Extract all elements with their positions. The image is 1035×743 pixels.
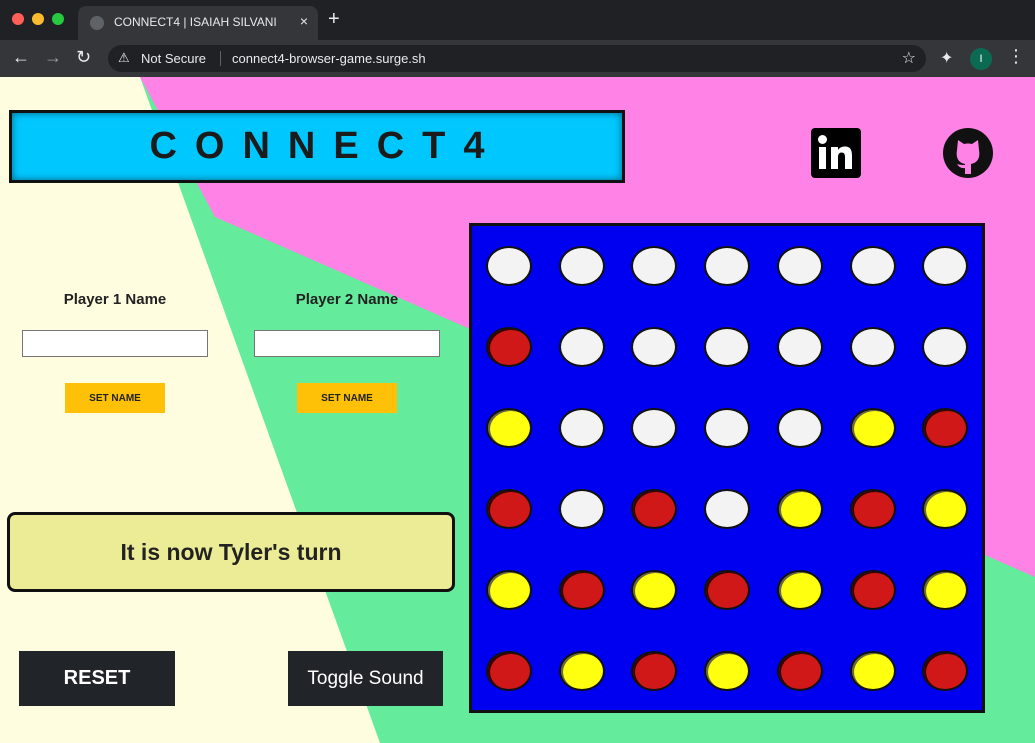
- board-cell-r5-c1[interactable]: [486, 570, 532, 610]
- linkedin-icon[interactable]: [811, 128, 861, 178]
- game-title-banner: CONNECT4: [9, 110, 625, 183]
- game-title: CONNECT4: [149, 125, 503, 167]
- board-cell-r1-c2[interactable]: [558, 246, 605, 286]
- board-cell-r2-c5[interactable]: [776, 327, 823, 367]
- reload-icon[interactable]: ↻: [76, 47, 91, 68]
- board-cell-r5-c4[interactable]: [704, 570, 751, 610]
- back-arrow-icon[interactable]: ←: [12, 47, 30, 68]
- player2-name-input[interactable]: [254, 330, 440, 357]
- security-label[interactable]: Not Secure: [141, 51, 206, 66]
- board-cell-r3-c7[interactable]: [922, 408, 969, 448]
- board-cell-r3-c1[interactable]: [486, 408, 532, 448]
- board-cell-r6-c1[interactable]: [486, 651, 532, 691]
- player2-name-label: Player 2 Name: [295, 291, 399, 308]
- board-cell-r3-c2[interactable]: [558, 408, 605, 448]
- profile-avatar[interactable]: I: [970, 48, 992, 70]
- board-cell-r3-c6[interactable]: [849, 408, 896, 448]
- tab-title: CONNECT4 | ISAIAH SILVANI: [114, 15, 277, 29]
- board-cell-r1-c6[interactable]: [849, 246, 896, 286]
- extensions-puzzle-icon[interactable]: ✦: [940, 48, 953, 68]
- board-cell-r5-c7[interactable]: [922, 570, 969, 610]
- board-cell-r2-c4[interactable]: [704, 327, 751, 367]
- board-cell-r2-c2[interactable]: [558, 327, 605, 367]
- board-cell-r1-c7[interactable]: [922, 246, 969, 286]
- board-cell-r4-c1[interactable]: [486, 489, 532, 529]
- board-cell-r4-c4[interactable]: [704, 489, 751, 529]
- player1-set-name-button[interactable]: SET NAME: [65, 383, 165, 413]
- bookmark-star-icon[interactable]: ☆: [902, 48, 916, 68]
- reset-button[interactable]: RESET: [19, 651, 175, 706]
- player2-set-name-button[interactable]: SET NAME: [297, 383, 397, 413]
- close-window-icon[interactable]: [12, 13, 24, 25]
- globe-icon: [90, 16, 104, 30]
- board-cell-r2-c6[interactable]: [849, 327, 896, 367]
- board-cell-r6-c6[interactable]: [849, 651, 896, 691]
- url-text[interactable]: connect4-browser-game.surge.sh: [232, 51, 426, 66]
- player1-name-input[interactable]: [22, 330, 208, 357]
- board-cell-r6-c5[interactable]: [776, 651, 823, 691]
- board-cell-r3-c3[interactable]: [631, 408, 678, 448]
- more-menu-icon[interactable]: ⋮: [1007, 46, 1025, 67]
- board-cell-r5-c6[interactable]: [849, 570, 896, 610]
- address-separator: [220, 51, 221, 66]
- board-cell-r5-c2[interactable]: [558, 570, 605, 610]
- forward-arrow-icon[interactable]: →: [44, 47, 62, 68]
- game-board: [469, 223, 985, 713]
- address-bar[interactable]: ⚠ Not Secure connect4-browser-game.surge…: [108, 45, 926, 72]
- board-cell-r6-c3[interactable]: [631, 651, 678, 691]
- board-cell-r4-c7[interactable]: [922, 489, 969, 529]
- board-cell-r3-c4[interactable]: [704, 408, 751, 448]
- board-cell-r1-c5[interactable]: [776, 246, 823, 286]
- turn-status: It is now Tyler's turn: [7, 512, 455, 592]
- board-cell-r2-c1[interactable]: [486, 327, 532, 367]
- tab-close-icon[interactable]: ×: [300, 13, 308, 29]
- maximize-window-icon[interactable]: [52, 13, 64, 25]
- browser-toolbar: ← → ↻ ⚠ Not Secure connect4-browser-game…: [0, 40, 1035, 77]
- board-cell-r1-c4[interactable]: [704, 246, 751, 286]
- new-tab-icon[interactable]: +: [328, 8, 340, 31]
- board-cell-r4-c2[interactable]: [558, 489, 605, 529]
- board-cell-r4-c5[interactable]: [776, 489, 823, 529]
- board-cell-r5-c3[interactable]: [631, 570, 678, 610]
- board-cell-r6-c7[interactable]: [922, 651, 969, 691]
- board-cell-r4-c6[interactable]: [849, 489, 896, 529]
- page-content: CONNECT4 Player 1 Name Player 2 Name SET…: [0, 77, 1035, 743]
- warning-icon[interactable]: ⚠: [118, 50, 130, 66]
- board-cell-r2-c3[interactable]: [631, 327, 678, 367]
- board-cell-r3-c5[interactable]: [776, 408, 823, 448]
- github-icon[interactable]: [943, 128, 993, 178]
- toggle-sound-button[interactable]: Toggle Sound: [288, 651, 443, 706]
- board-cell-r2-c7[interactable]: [922, 327, 969, 367]
- board-cell-r4-c3[interactable]: [631, 489, 678, 529]
- browser-titlebar: CONNECT4 | ISAIAH SILVANI × +: [0, 0, 1035, 40]
- board-cell-r5-c5[interactable]: [776, 570, 823, 610]
- board-cell-r6-c2[interactable]: [558, 651, 605, 691]
- board-cell-r6-c4[interactable]: [704, 651, 751, 691]
- player1-name-label: Player 1 Name: [63, 291, 167, 308]
- browser-tab[interactable]: CONNECT4 | ISAIAH SILVANI ×: [78, 6, 318, 40]
- minimize-window-icon[interactable]: [32, 13, 44, 25]
- board-cell-r1-c1[interactable]: [486, 246, 532, 286]
- board-cell-r1-c3[interactable]: [631, 246, 678, 286]
